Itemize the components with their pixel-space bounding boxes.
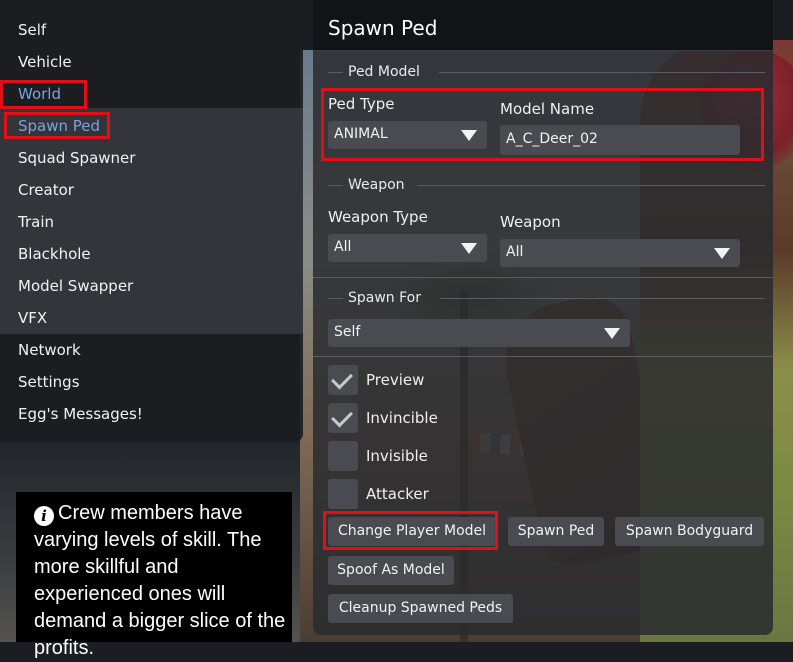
invincible-checkbox[interactable]	[328, 403, 358, 433]
weapon-value: All	[506, 244, 524, 260]
spawn-for-select[interactable]: Self	[328, 319, 630, 347]
section-title-spawn-for: Spawn For	[348, 290, 422, 306]
change-player-model-button[interactable]: Change Player Model	[328, 517, 496, 546]
ped-type-select[interactable]: ANIMAL	[328, 121, 487, 149]
sidebar-item-creator[interactable]: Creator	[18, 177, 74, 203]
invisible-label: Invisible	[366, 447, 428, 465]
weapon-select[interactable]: All	[500, 239, 740, 267]
preview-label: Preview	[366, 371, 425, 389]
chevron-down-icon	[604, 328, 620, 339]
weapon-type-select[interactable]: All	[328, 234, 487, 262]
sidebar-menu: Self Vehicle World Spawn Ped Squad Spawn…	[0, 0, 303, 442]
info-icon: i	[34, 506, 54, 526]
weapon-type-label: Weapon Type	[328, 208, 428, 226]
sidebar-item-vfx[interactable]: VFX	[18, 305, 47, 331]
separator	[440, 298, 765, 299]
section-title-weapon: Weapon	[348, 177, 405, 193]
panel-header: Spawn Ped	[313, 0, 773, 51]
chevron-down-icon	[461, 243, 477, 254]
model-name-label: Model Name	[500, 100, 595, 118]
separator	[328, 72, 343, 73]
weapon-type-value: All	[334, 239, 352, 255]
sidebar-item-world[interactable]: World	[18, 81, 61, 107]
spawn-ped-panel: Ped Model Ped Type ANIMAL Model Name A_C…	[313, 51, 773, 635]
separator	[439, 72, 765, 73]
model-name-value: A_C_Deer_02	[506, 131, 598, 147]
chevron-down-icon	[714, 248, 730, 259]
spawn-bodyguard-button[interactable]: Spawn Bodyguard	[615, 517, 764, 546]
chevron-down-icon	[461, 130, 477, 141]
separator	[313, 356, 773, 357]
sidebar-item-self[interactable]: Self	[18, 17, 46, 43]
ped-type-value: ANIMAL	[334, 126, 388, 142]
tip-text: Crew members have varying levels of skil…	[34, 502, 286, 659]
separator	[328, 185, 343, 186]
attacker-checkbox[interactable]	[328, 479, 358, 509]
loading-tip: i Crew members have varying levels of ski…	[16, 492, 292, 659]
separator	[417, 185, 765, 186]
spawn-ped-button[interactable]: Spawn Ped	[508, 517, 604, 546]
invisible-checkbox[interactable]	[328, 441, 358, 471]
ped-type-label: Ped Type	[328, 95, 395, 113]
sidebar-item-model-swapper[interactable]: Model Swapper	[18, 273, 133, 299]
separator	[328, 298, 343, 299]
sidebar-item-vehicle[interactable]: Vehicle	[18, 49, 72, 75]
sidebar-item-eggs-messages[interactable]: Egg's Messages!	[18, 401, 143, 427]
weapon-label: Weapon	[500, 213, 561, 231]
spawn-for-value: Self	[334, 324, 361, 340]
checkmark-icon	[331, 367, 353, 390]
spoof-as-model-button[interactable]: Spoof As Model	[328, 556, 454, 585]
preview-checkbox[interactable]	[328, 365, 358, 395]
sidebar-item-settings[interactable]: Settings	[18, 369, 80, 395]
sidebar-item-spawn-ped[interactable]: Spawn Ped	[18, 113, 100, 139]
section-title-ped-model: Ped Model	[348, 64, 420, 80]
page-title: Spawn Ped	[328, 16, 438, 40]
separator	[313, 277, 773, 278]
checkmark-icon	[331, 405, 353, 428]
attacker-label: Attacker	[366, 485, 429, 503]
invincible-label: Invincible	[366, 409, 438, 427]
model-name-input[interactable]: A_C_Deer_02	[500, 125, 740, 155]
cleanup-spawned-peds-button[interactable]: Cleanup Spawned Peds	[328, 594, 513, 623]
sidebar-item-squad-spawner[interactable]: Squad Spawner	[18, 145, 135, 171]
sidebar-item-network[interactable]: Network	[18, 337, 81, 363]
sidebar-item-train[interactable]: Train	[18, 209, 54, 235]
sidebar-item-blackhole[interactable]: Blackhole	[18, 241, 91, 267]
